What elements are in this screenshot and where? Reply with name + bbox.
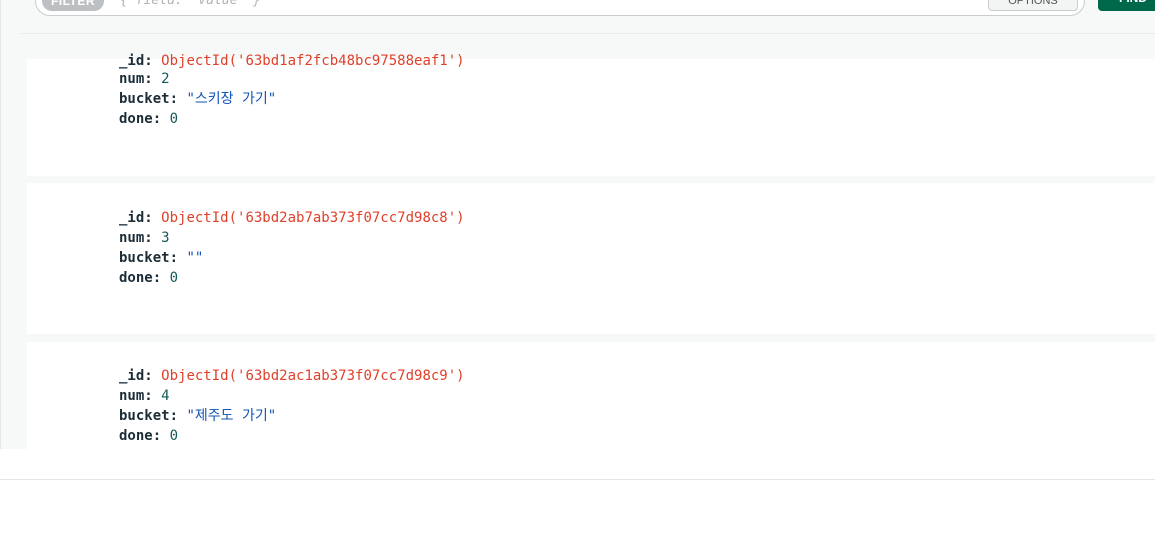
field-num: num: 3 xyxy=(119,228,170,248)
field-key: bucket: xyxy=(119,250,179,266)
field-key: _id: xyxy=(119,368,153,384)
find-button[interactable]: FIND xyxy=(1098,0,1155,11)
string-value: "스키장 가기" xyxy=(186,91,277,107)
filter-bar[interactable]: FILTER { field: 'value' } OPTIONS xyxy=(35,0,1085,16)
options-button[interactable]: OPTIONS xyxy=(988,0,1078,11)
filter-label: FILTER xyxy=(42,0,104,11)
documents-view: FILTER { field: 'value' } OPTIONS FIND _… xyxy=(0,0,1155,449)
divider xyxy=(21,33,1155,34)
string-value: "" xyxy=(186,250,204,266)
field-key: bucket: xyxy=(119,91,179,107)
document-card[interactable]: _id: ObjectId('63bd2ab7ab373f07cc7d98c8'… xyxy=(27,183,1155,334)
field-id: _id: ObjectId('63bd2ac1ab373f07cc7d98c9'… xyxy=(119,366,465,386)
number-value: 0 xyxy=(169,428,179,444)
field-key: _id: xyxy=(119,53,153,69)
objectid-value: ObjectId('63bd2ab7ab373f07cc7d98c8') xyxy=(161,210,465,226)
field-bucket: bucket: "제주도 가기" xyxy=(119,406,276,426)
document-card[interactable]: _id: ObjectId('63bd2ac1ab373f07cc7d98c9'… xyxy=(27,342,1155,449)
field-key: done: xyxy=(119,270,162,286)
field-key: num: xyxy=(119,71,153,87)
field-bucket: bucket: "" xyxy=(119,248,203,268)
number-value: 4 xyxy=(161,388,170,404)
number-value: 0 xyxy=(169,270,179,286)
filter-input[interactable]: { field: 'value' } xyxy=(120,0,261,8)
field-key: num: xyxy=(119,230,153,246)
field-key: done: xyxy=(119,111,162,127)
objectid-value: ObjectId('63bd1af2fcb48bc97588eaf1') xyxy=(161,53,465,69)
field-key: num: xyxy=(119,388,153,404)
field-key: _id: xyxy=(119,210,153,226)
number-value: 2 xyxy=(161,71,170,87)
field-key: bucket: xyxy=(119,408,179,424)
field-done: done: 0 xyxy=(119,109,178,129)
field-id: _id: ObjectId('63bd1af2fcb48bc97588eaf1'… xyxy=(119,51,465,71)
document-card[interactable]: _id: ObjectId('63bd1af2fcb48bc97588eaf1'… xyxy=(27,53,1155,176)
number-value: 0 xyxy=(169,111,179,127)
field-done: done: 0 xyxy=(119,426,178,446)
field-id: _id: ObjectId('63bd2ab7ab373f07cc7d98c8'… xyxy=(119,208,465,228)
field-num: num: 2 xyxy=(119,69,170,89)
field-done: done: 0 xyxy=(119,268,178,288)
field-bucket: bucket: "스키장 가기" xyxy=(119,89,276,109)
objectid-value: ObjectId('63bd2ac1ab373f07cc7d98c9') xyxy=(161,368,465,384)
string-value: "제주도 가기" xyxy=(186,408,277,424)
number-value: 3 xyxy=(161,230,170,246)
divider xyxy=(0,479,1155,480)
field-key: done: xyxy=(119,428,162,444)
field-num: num: 4 xyxy=(119,386,170,406)
